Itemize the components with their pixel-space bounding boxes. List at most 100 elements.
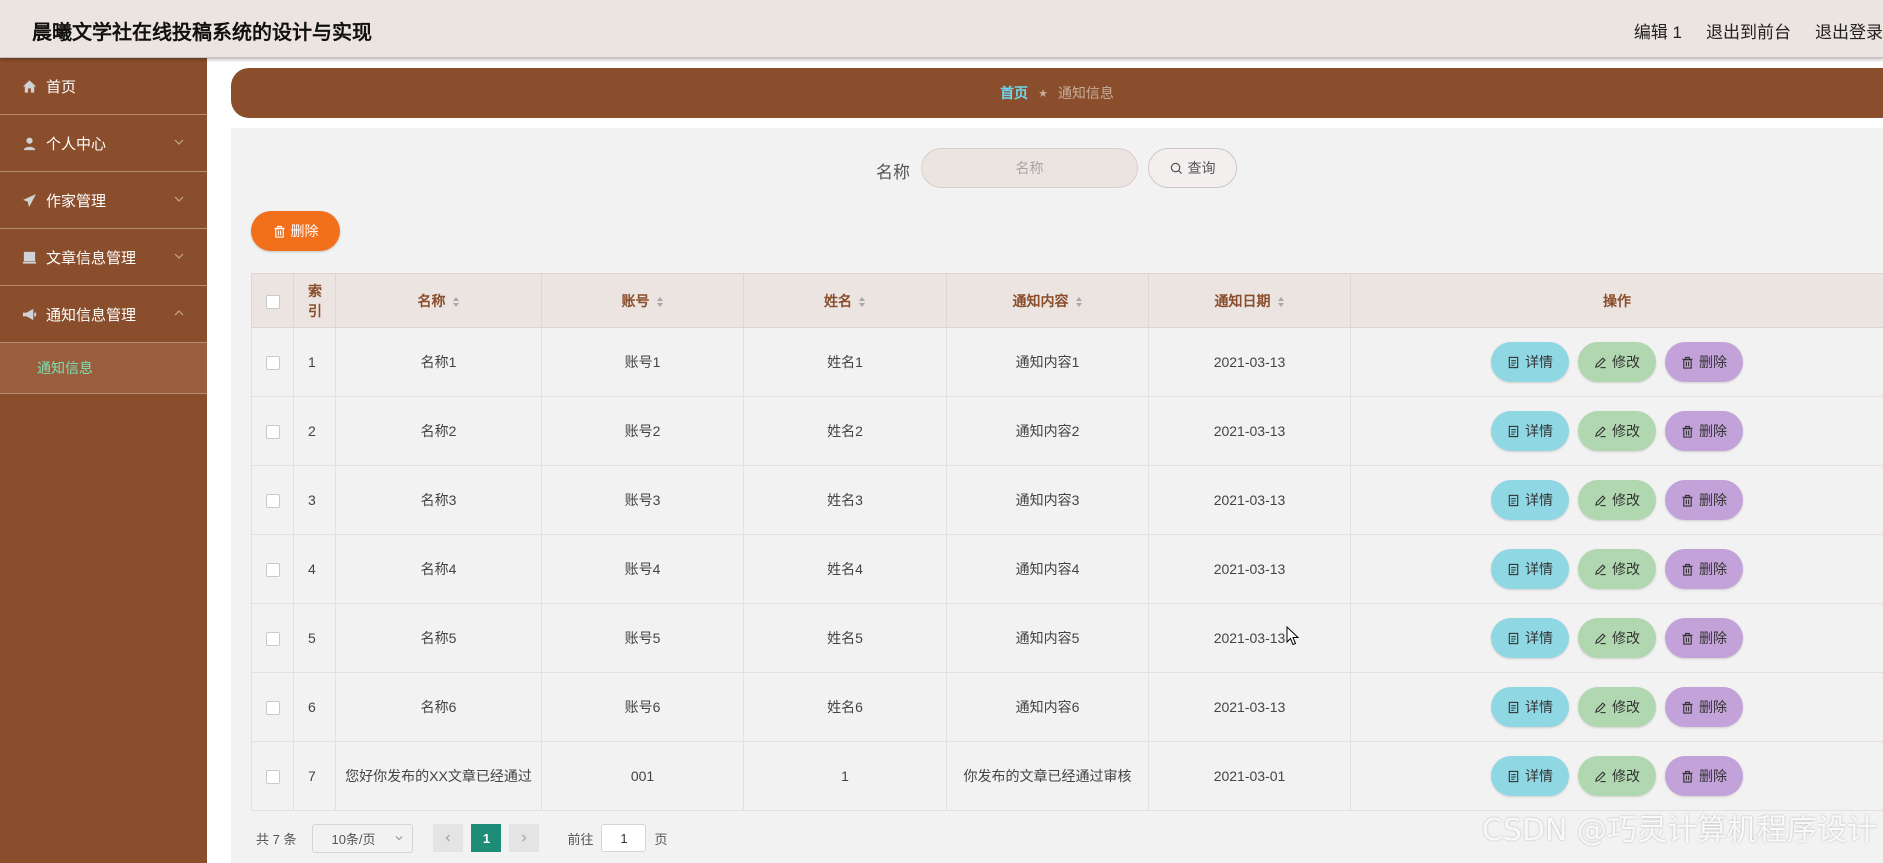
notification-icon [22, 307, 37, 322]
cell-person: 姓名5 [743, 603, 947, 673]
delete-button[interactable]: 删除 [1665, 342, 1743, 382]
page-size-value: 10条/页 [331, 831, 376, 847]
row-checkbox[interactable] [265, 701, 280, 716]
user-icon [22, 136, 37, 151]
table-header-row: 索引 名称 账号 姓名 通知内容 通知日期 操作 [251, 273, 1883, 328]
sort-icon[interactable] [1277, 296, 1285, 308]
edit-button[interactable]: 修改 [1578, 480, 1656, 520]
cell-actions: 详情 修改 删除 [1350, 327, 1883, 397]
chevron-down-icon [174, 196, 184, 202]
trash-icon [1682, 701, 1693, 714]
edit-button[interactable]: 修改 [1578, 618, 1656, 658]
logout-link[interactable]: 退出登录 [1815, 18, 1883, 43]
breadcrumb-home-link[interactable]: 首页 [1000, 83, 1028, 103]
cell-name: 名称6 [335, 672, 542, 742]
cell-date: 2021-03-13 [1148, 465, 1351, 535]
detail-button[interactable]: 详情 [1491, 342, 1569, 382]
column-header-account[interactable]: 账号 [541, 273, 744, 328]
delete-button[interactable]: 删除 [1665, 480, 1743, 520]
trash-icon [1682, 770, 1693, 783]
table-row: 6 名称6 账号6 姓名6 通知内容6 2021-03-13 详情 修改 删除 [251, 672, 1883, 742]
search-button[interactable]: 查询 [1148, 148, 1237, 188]
pencil-icon [1595, 632, 1606, 644]
sidebar: 首页 个人中心 作家管理 文章信息管理 通知信息管理 通知信息 [0, 58, 207, 863]
sidebar-subitem-notice-info[interactable]: 通知信息 [0, 343, 207, 394]
main-content: 名称 查询 删除 索引 名称 账号 姓名 通知内容 通知日期 操作 1名称1账号… [231, 128, 1883, 863]
cell-index: 4 [293, 534, 336, 604]
column-header-name[interactable]: 名称 [335, 273, 542, 328]
column-header-label: 通知内容 [1012, 292, 1069, 309]
delete-button[interactable]: 删除 [1665, 549, 1743, 589]
sidebar-item-writer-management[interactable]: 作家管理 [0, 172, 207, 229]
cell-index: 1 [293, 327, 336, 397]
edit-button[interactable]: 修改 [1578, 549, 1656, 589]
sidebar-item-home[interactable]: 首页 [0, 58, 207, 115]
detail-button[interactable]: 详情 [1491, 687, 1569, 727]
edit-button[interactable]: 修改 [1578, 756, 1656, 796]
next-page-button[interactable] [509, 824, 540, 852]
detail-button-label: 详情 [1525, 354, 1553, 370]
cell-person: 姓名1 [743, 327, 947, 397]
edit-profile-link[interactable]: 编辑 1 [1634, 18, 1682, 43]
page-size-select[interactable]: 10条/页 [312, 823, 414, 853]
chevron-down-icon [174, 253, 184, 259]
cell-date: 2021-03-01 [1148, 741, 1351, 811]
column-header-date[interactable]: 通知日期 [1148, 273, 1351, 328]
sort-icon[interactable] [452, 296, 460, 308]
detail-button[interactable]: 详情 [1491, 549, 1569, 589]
row-select-cell [251, 534, 294, 604]
row-checkbox[interactable] [265, 425, 280, 440]
row-select-cell [251, 603, 294, 673]
edit-button[interactable]: 修改 [1578, 342, 1656, 382]
table-row: 7 您好你发布的XX文章已经通过 001 1 你发布的文章已经通过审核 2021-03-0… [251, 741, 1883, 811]
sidebar-item-notice-management[interactable]: 通知信息管理 [0, 286, 207, 343]
page-number-current[interactable]: 1 [471, 824, 502, 852]
row-select-cell [251, 327, 294, 397]
delete-button[interactable]: 删除 [1665, 411, 1743, 451]
bulk-delete-button[interactable]: 删除 [251, 211, 340, 251]
sort-icon[interactable] [1075, 296, 1083, 308]
search-input[interactable] [921, 148, 1138, 188]
goto-label: 前往 [567, 831, 594, 847]
delete-button[interactable]: 删除 [1665, 756, 1743, 796]
sidebar-item-personal-center[interactable]: 个人中心 [0, 115, 207, 172]
delete-button[interactable]: 删除 [1665, 618, 1743, 658]
edit-button[interactable]: 修改 [1578, 687, 1656, 727]
watermark: CSDN @巧灵计算机程序设计 [1481, 813, 1877, 848]
detail-button[interactable]: 详情 [1491, 480, 1569, 520]
detail-button[interactable]: 详情 [1491, 411, 1569, 451]
delete-button[interactable]: 删除 [1665, 687, 1743, 727]
cell-actions: 详情 修改 删除 [1350, 396, 1883, 466]
select-all-checkbox[interactable] [265, 294, 280, 309]
sort-icon[interactable] [858, 296, 866, 308]
goto-page-input[interactable] [601, 824, 647, 852]
row-checkbox[interactable] [265, 356, 280, 371]
row-checkbox[interactable] [265, 770, 280, 785]
detail-button[interactable]: 详情 [1491, 756, 1569, 796]
row-checkbox[interactable] [265, 494, 280, 509]
row-checkbox[interactable] [265, 632, 280, 647]
cell-person: 1 [743, 741, 947, 811]
pagination-total: 共 7 条 [256, 831, 297, 847]
column-header-person[interactable]: 姓名 [743, 273, 947, 328]
chevron-left-icon [446, 834, 451, 842]
paper-plane-icon [22, 193, 37, 208]
detail-button[interactable]: 详情 [1491, 618, 1569, 658]
breadcrumb-current: 通知信息 [1057, 85, 1114, 101]
sidebar-item-article-management[interactable]: 文章信息管理 [0, 229, 207, 286]
cell-index: 7 [293, 741, 336, 811]
cell-name: 名称1 [335, 327, 542, 397]
breadcrumb: 首页 ★ 通知信息 [231, 68, 1883, 118]
row-checkbox[interactable] [265, 563, 280, 578]
document-icon [1508, 701, 1519, 713]
document-icon [1508, 425, 1519, 437]
sort-icon[interactable] [656, 296, 664, 308]
search-label: 名称 [876, 163, 910, 182]
column-header-content[interactable]: 通知内容 [946, 273, 1149, 328]
exit-to-front-link[interactable]: 退出到前台 [1706, 18, 1791, 43]
edit-button[interactable]: 修改 [1578, 411, 1656, 451]
prev-page-button[interactable] [433, 824, 464, 852]
cell-account: 账号1 [541, 327, 744, 397]
document-icon [1508, 494, 1519, 506]
trash-icon [1682, 356, 1693, 369]
